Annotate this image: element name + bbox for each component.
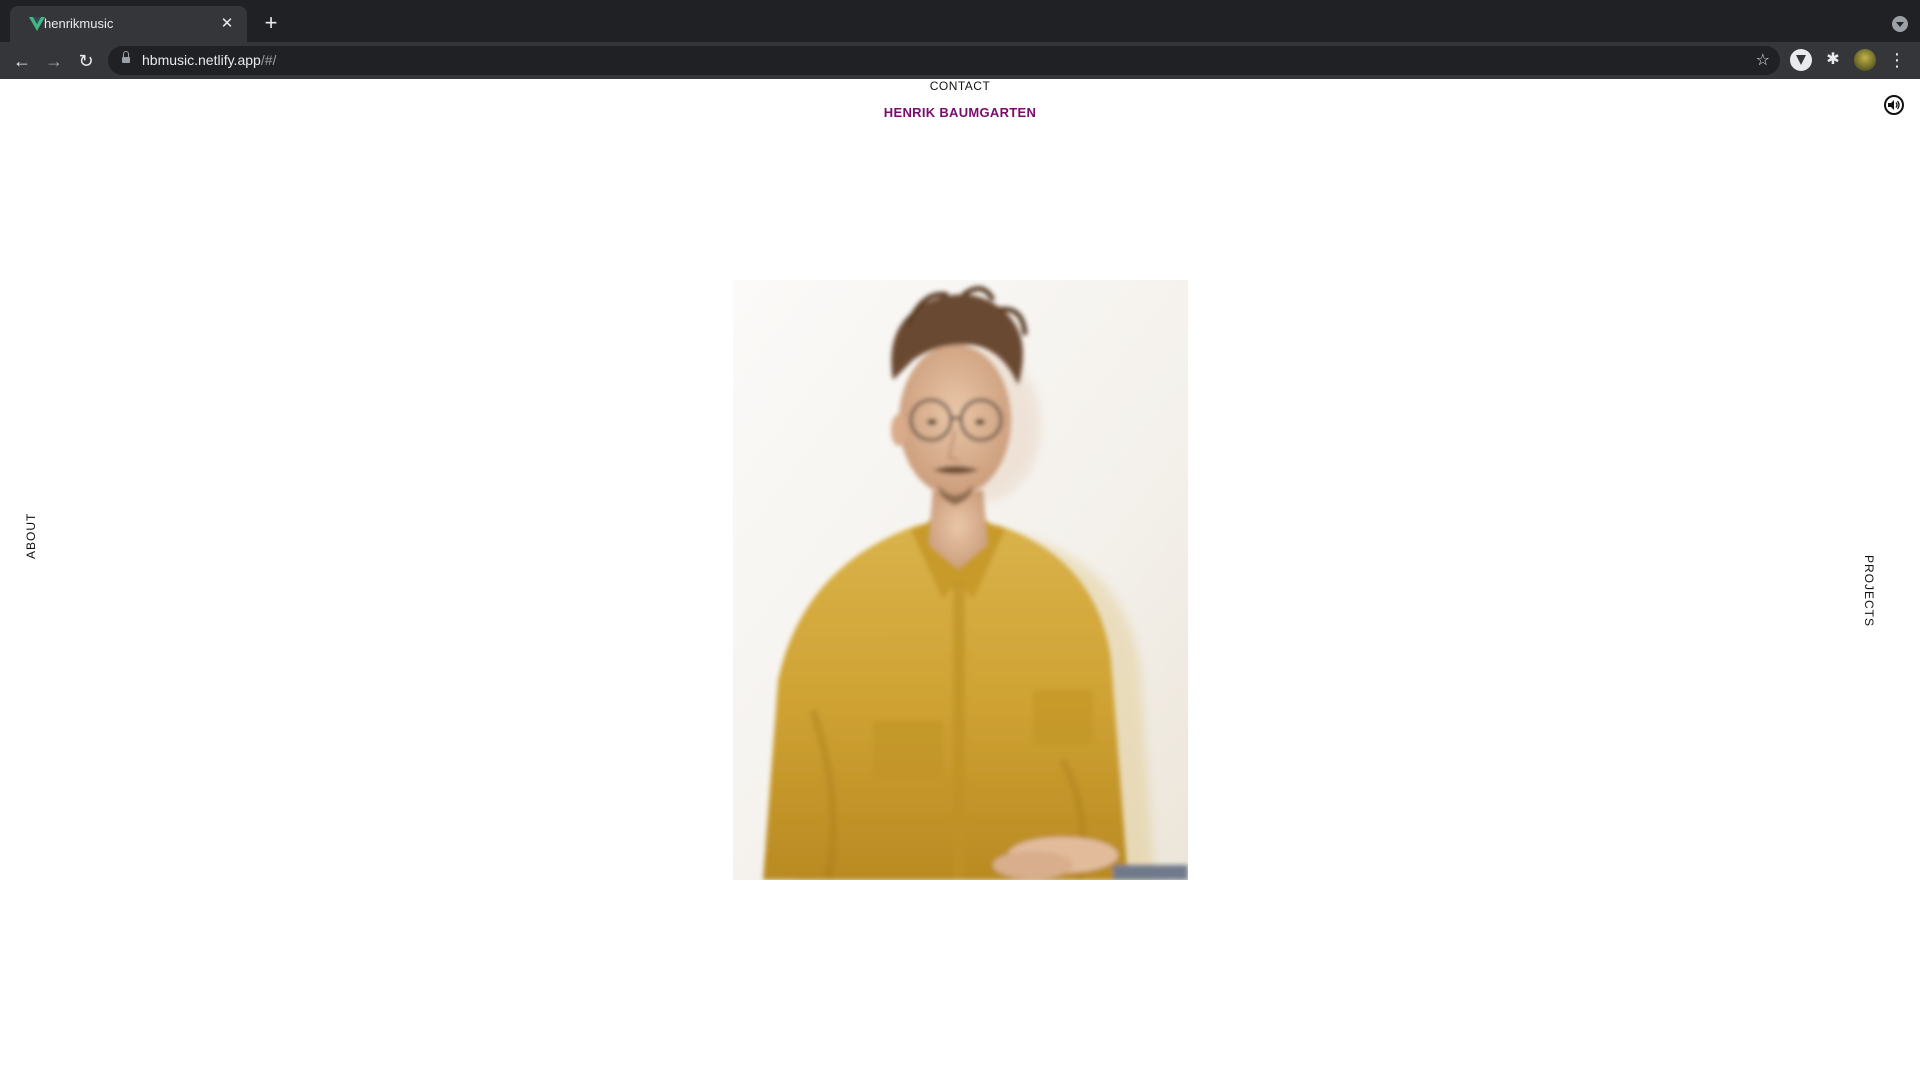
browser-chrome: henrikmusic ✕ + ← → ↻ hbmusic.netlify.ap… <box>0 0 1920 79</box>
portrait-illustration <box>733 280 1188 880</box>
reload-button[interactable]: ↻ <box>74 49 98 73</box>
address-bar[interactable]: hbmusic.netlify.app/#/ ☆ <box>108 46 1780 75</box>
nav-projects-link[interactable]: PROJECTS <box>1862 555 1876 627</box>
lock-icon[interactable] <box>122 51 130 65</box>
nav-about-link[interactable]: ABOUT <box>24 513 38 559</box>
forward-button[interactable]: → <box>42 49 66 73</box>
speaker-icon <box>1888 100 1900 110</box>
tab-strip: henrikmusic ✕ + <box>0 0 1920 42</box>
site-title[interactable]: HENRIK BAUMGARTEN <box>0 105 1920 120</box>
new-tab-button[interactable]: + <box>260 12 282 34</box>
browser-menu-icon[interactable]: ⋮ <box>1888 49 1906 71</box>
portrait-photo <box>733 280 1188 880</box>
tab-title: henrikmusic <box>44 16 114 31</box>
sound-toggle-button[interactable] <box>1884 95 1904 115</box>
browser-toolbar: ← → ↻ hbmusic.netlify.app/#/ ☆ ✱ ⋮ <box>0 42 1920 79</box>
vue-devtools-extension-icon[interactable] <box>1790 49 1812 71</box>
extensions-puzzle-icon[interactable]: ✱ <box>1822 49 1844 71</box>
browser-tab[interactable]: henrikmusic ✕ <box>10 6 247 42</box>
url-host: hbmusic.netlify.app <box>142 52 261 68</box>
url-text: hbmusic.netlify.app/#/ <box>142 52 276 68</box>
page: HENRIK BAUMGARTEN ABOUT PROJECTS CONTACT <box>0 79 1920 1080</box>
close-tab-icon[interactable]: ✕ <box>217 14 237 34</box>
nav-contact-link[interactable]: CONTACT <box>0 79 1920 93</box>
url-path: /#/ <box>260 52 277 68</box>
bookmark-star-icon[interactable]: ☆ <box>1756 50 1770 70</box>
tab-search-icon[interactable] <box>1892 16 1908 32</box>
back-button[interactable]: ← <box>10 49 34 73</box>
profile-avatar[interactable] <box>1854 49 1876 71</box>
